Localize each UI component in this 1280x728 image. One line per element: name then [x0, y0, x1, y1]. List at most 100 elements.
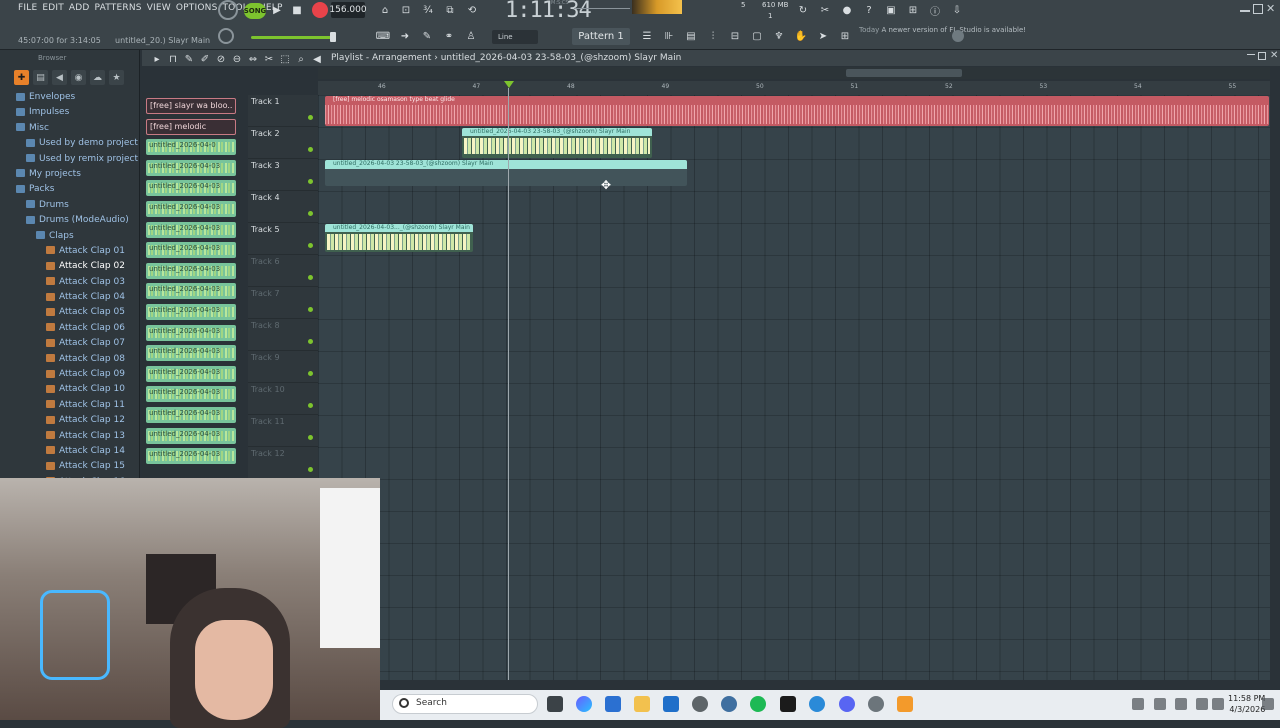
paint-tool-icon[interactable]: ✐	[198, 52, 212, 66]
tray-mic-icon[interactable]	[1175, 698, 1187, 710]
playhead-marker[interactable]	[504, 81, 514, 88]
piano-roll-icon[interactable]: ⊪	[660, 28, 678, 44]
playlist-minimize-icon[interactable]	[1247, 54, 1255, 55]
browser-file-item[interactable]: Attack Clap 15	[0, 459, 138, 474]
fl-studio-icon[interactable]	[897, 696, 913, 712]
browser-files-icon[interactable]: ▤	[33, 70, 48, 85]
channel-button[interactable]: untitled_2026-04-03	[146, 159, 236, 176]
settings-icon[interactable]	[868, 696, 884, 712]
playlist-scrollbar[interactable]	[318, 67, 1270, 79]
select-tool-icon[interactable]: ⬚	[278, 52, 292, 66]
playlist-menu-icon[interactable]: ▸	[150, 52, 164, 66]
mixer-view-icon[interactable]: ⫶	[704, 28, 722, 44]
browser-file-item[interactable]: Attack Clap 08	[0, 352, 138, 367]
track-mute-led[interactable]	[308, 467, 313, 472]
stamp-icon[interactable]: ♙	[462, 28, 480, 44]
close-icon[interactable]: ✕	[1266, 2, 1275, 15]
audio-export-icon[interactable]: ➤	[814, 28, 832, 44]
outlook-icon[interactable]	[605, 696, 621, 712]
track-mute-led[interactable]	[308, 403, 313, 408]
loop-record-icon[interactable]: ⟲	[463, 2, 481, 18]
zoom-tool-icon[interactable]: ⌕	[294, 52, 308, 66]
menu-patterns[interactable]: PATTERNS	[95, 3, 142, 13]
maximize-icon[interactable]	[1253, 4, 1263, 14]
channel-button[interactable]: untitled_2026-04-03	[146, 221, 236, 238]
capcut-icon[interactable]	[780, 696, 796, 712]
step-edit-icon[interactable]: ⧉	[441, 2, 459, 18]
playlist-maximize-icon[interactable]	[1258, 52, 1266, 60]
slip-tool-icon[interactable]: ⇔	[246, 52, 260, 66]
playlist-scroll-thumb[interactable]	[846, 69, 962, 77]
timeline-ruler[interactable]: 46 47 48 49 50 51 52 53 54 55	[318, 81, 1270, 95]
browser-folder-item[interactable]: Drums (ModeAudio)	[0, 213, 138, 228]
track-header[interactable]: Track 7	[248, 287, 318, 319]
help-icon[interactable]: ?	[860, 2, 878, 18]
track-header[interactable]: Track 5	[248, 223, 318, 255]
channel-button[interactable]: untitled_2026-04-03	[146, 262, 236, 279]
delete-tool-icon[interactable]: ⊘	[214, 52, 228, 66]
tray-network-app-icon[interactable]	[1154, 698, 1166, 710]
channel-button[interactable]: untitled_2026-04-03	[146, 180, 236, 197]
play-icon[interactable]: ▶	[268, 2, 286, 18]
master-volume-slider[interactable]	[251, 36, 336, 39]
browser-folder-item[interactable]: Envelopes	[0, 90, 138, 105]
browser-folder-item[interactable]: Misc	[0, 121, 138, 136]
playback-tool-icon[interactable]: ◀	[310, 52, 324, 66]
track-header[interactable]: Track 8	[248, 319, 318, 351]
browser-file-item[interactable]: Attack Clap 05	[0, 305, 138, 320]
audio-clip[interactable]: untitled_2026-04-03 23-58-03_(@shzoom) S…	[325, 160, 687, 186]
channel-button[interactable]: untitled_2026-04-03	[146, 201, 236, 217]
arrow-icon[interactable]: ➜	[396, 28, 414, 44]
draw-tool-icon[interactable]: ✎	[182, 52, 196, 66]
track-mute-led[interactable]	[308, 179, 313, 184]
tempo-tapper-icon[interactable]: ♆	[770, 28, 788, 44]
slice-tool-icon[interactable]: ✂	[262, 52, 276, 66]
browser-app-icon[interactable]	[721, 696, 737, 712]
browser-file-item[interactable]: Attack Clap 10	[0, 382, 138, 397]
track-mute-led[interactable]	[308, 211, 313, 216]
news-panel[interactable]: Today A newer version of FL Studio is av…	[859, 26, 1026, 35]
browser-file-item[interactable]: Attack Clap 04	[0, 290, 138, 305]
track-header[interactable]: Track 3	[248, 159, 318, 191]
pattern-selector[interactable]: Pattern 1	[572, 28, 630, 45]
typing-keyboard-icon[interactable]: ⌨	[374, 28, 392, 44]
tempo-display[interactable]: 156.000	[329, 2, 367, 18]
track-mute-led[interactable]	[308, 243, 313, 248]
file-explorer-icon[interactable]	[634, 696, 650, 712]
menu-view[interactable]: VIEW	[147, 3, 171, 13]
channel-rack-icon[interactable]: ▤	[682, 28, 700, 44]
browser-all-icon[interactable]: ✚	[14, 70, 29, 85]
pencil-icon[interactable]: ✎	[418, 28, 436, 44]
audio-clip[interactable]: untitled_2026-04-03 23-58-03_(@shzoom) S…	[462, 128, 652, 158]
browser-file-item[interactable]: Attack Clap 14	[0, 444, 138, 459]
tray-volume-icon[interactable]	[1212, 698, 1224, 710]
browser-icon[interactable]: ⊟	[726, 28, 744, 44]
master-knob[interactable]	[218, 0, 238, 20]
tray-display-icon[interactable]	[1196, 698, 1208, 710]
track-header[interactable]: Track 12	[248, 447, 318, 479]
channel-button[interactable]: untitled_2026-04-03	[146, 365, 236, 382]
track-header[interactable]: Track 9	[248, 351, 318, 383]
track-mute-led[interactable]	[308, 435, 313, 440]
taskbar-clock[interactable]: 11:58 PM 4/3/2026	[1228, 693, 1265, 715]
store-icon[interactable]	[663, 696, 679, 712]
download-icon[interactable]: ⇩	[948, 2, 966, 18]
browser-file-item[interactable]: Attack Clap 06	[0, 321, 138, 336]
channel-button[interactable]: untitled_2026-04-03	[146, 242, 236, 259]
song-time-display[interactable]: 1:11:34	[505, 0, 592, 23]
record-button[interactable]	[312, 2, 328, 18]
channel-button[interactable]: untitled_2026-04-03	[146, 407, 236, 423]
playlist-close-icon[interactable]: ✕	[1270, 50, 1278, 61]
audio-clip[interactable]: [free] melodic osamason type beat glide	[325, 96, 1269, 126]
browser-folder-item[interactable]: My projects	[0, 167, 138, 182]
browser-folder-item[interactable]: Claps	[0, 229, 138, 244]
audio-clip[interactable]: untitled_2026-04-03..._(@shzoom) Slayr M…	[325, 224, 473, 252]
track-mute-led[interactable]	[308, 115, 313, 120]
countdown-icon[interactable]: ¾	[419, 2, 437, 18]
channel-button[interactable]: [free] melodic osama..	[146, 118, 236, 135]
track-header[interactable]: Track 10	[248, 383, 318, 415]
mic-icon[interactable]: ●	[838, 2, 856, 18]
browser-file-item[interactable]: Attack Clap 09	[0, 367, 138, 382]
plugin-icon[interactable]: ▢	[748, 28, 766, 44]
copilot-icon[interactable]	[576, 696, 592, 712]
